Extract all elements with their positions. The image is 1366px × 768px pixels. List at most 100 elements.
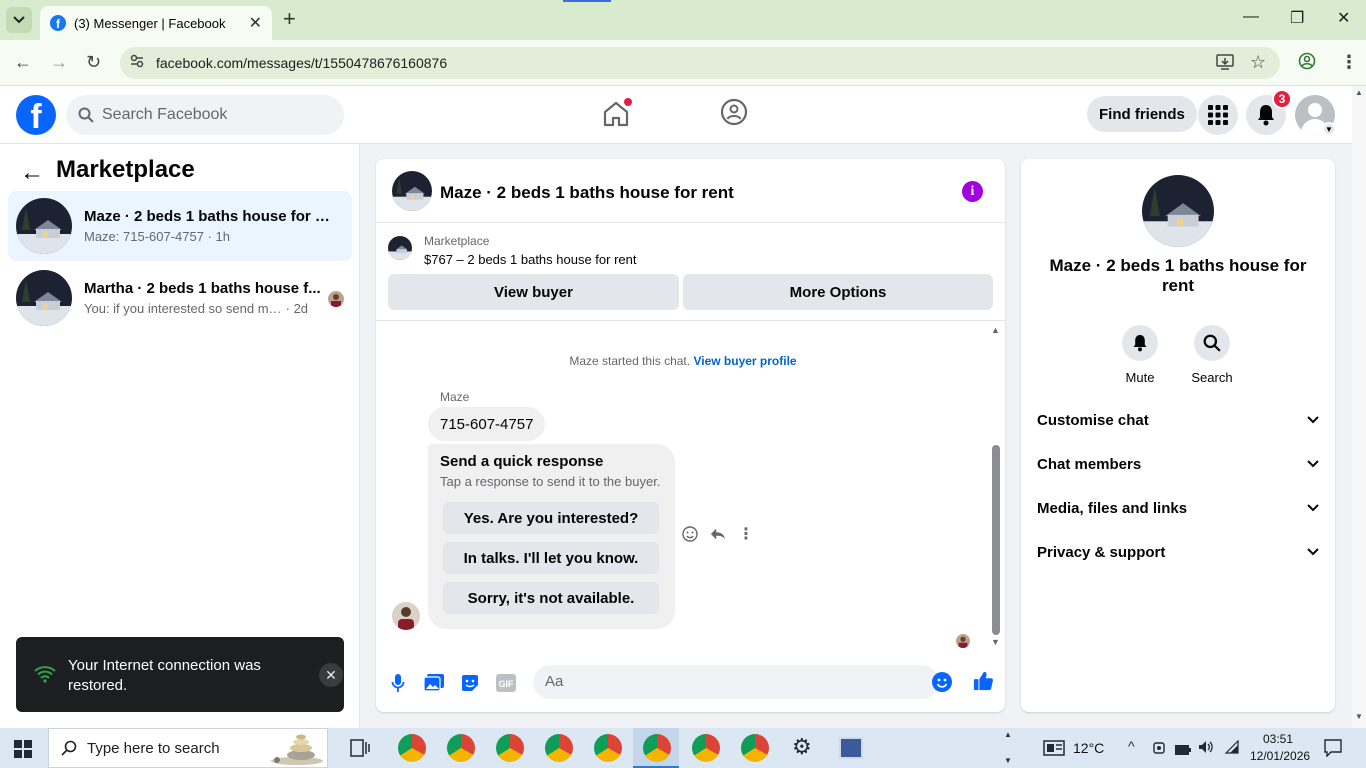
nav-home[interactable] bbox=[600, 98, 632, 130]
chat-avatar[interactable] bbox=[392, 171, 432, 211]
emoji-icon[interactable] bbox=[932, 672, 952, 692]
account-chevron-icon[interactable]: ▼ bbox=[1322, 122, 1336, 136]
chrome-app-icon[interactable] bbox=[398, 734, 426, 762]
chat-info-panel: Maze · 2 beds 1 baths house for rent Mut… bbox=[1021, 159, 1335, 712]
scroll-up-icon[interactable]: ▲ bbox=[991, 325, 1000, 335]
scrollbar-thumb[interactable] bbox=[992, 445, 1000, 635]
started-text: Maze started this chat. bbox=[569, 354, 691, 368]
message-bubble[interactable]: 715-607-4757 bbox=[428, 407, 546, 441]
chrome-app-icon[interactable] bbox=[545, 734, 573, 762]
search-circle bbox=[1194, 325, 1230, 361]
customise-chat-section[interactable]: Customise chat bbox=[1037, 400, 1319, 440]
menu-button[interactable] bbox=[1198, 95, 1238, 135]
clock-time[interactable]: 03:51 bbox=[1263, 732, 1293, 746]
minimize-button[interactable]: — bbox=[1243, 8, 1259, 26]
weather-icon[interactable] bbox=[1043, 740, 1065, 761]
wifi-icon[interactable] bbox=[1224, 739, 1240, 759]
nav-groups[interactable] bbox=[720, 98, 750, 128]
tray-scroll-up-icon[interactable]: ▲ bbox=[1004, 730, 1012, 739]
bookmark-star-icon[interactable]: ☆ bbox=[1250, 52, 1266, 73]
browser-menu-icon[interactable]: ⋮ bbox=[1340, 52, 1358, 73]
listing-title: $767 – 2 beds 1 baths house for rent bbox=[424, 252, 637, 267]
quick-response-button[interactable]: In talks. I'll let you know. bbox=[443, 542, 659, 574]
facebook-logo[interactable]: f bbox=[16, 95, 56, 135]
site-settings-icon[interactable] bbox=[130, 54, 144, 71]
chrome-app-icon[interactable] bbox=[447, 734, 475, 762]
notifications-button[interactable]: 3 bbox=[1246, 89, 1292, 135]
chrome-app-icon[interactable] bbox=[643, 734, 671, 762]
media-files-links-section[interactable]: Media, files and links bbox=[1037, 488, 1319, 528]
windows-start-icon[interactable] bbox=[14, 740, 32, 758]
more-options-button[interactable]: More Options bbox=[683, 274, 993, 310]
volume-icon[interactable] bbox=[1198, 739, 1214, 760]
back-arrow-icon[interactable]: ← bbox=[20, 159, 44, 187]
close-icon[interactable]: ✕ bbox=[319, 663, 343, 687]
forward-arrow-icon[interactable]: → bbox=[50, 52, 68, 73]
scroll-up-icon[interactable]: ▲ bbox=[1355, 88, 1363, 97]
info-icon[interactable]: i bbox=[962, 181, 983, 202]
divider bbox=[376, 320, 1005, 321]
tab-search-button[interactable] bbox=[6, 7, 32, 33]
microphone-icon[interactable] bbox=[388, 673, 408, 693]
browser-tab[interactable]: f (3) Messenger | Facebook ✕ bbox=[40, 6, 272, 40]
chrome-app-icon[interactable] bbox=[594, 734, 622, 762]
browser-tab-strip: f (3) Messenger | Facebook ✕ + — ❐ ✕ bbox=[0, 0, 1366, 40]
more-vertical-icon[interactable]: ⋮ bbox=[738, 526, 754, 543]
network-drive-icon[interactable] bbox=[1152, 740, 1166, 761]
clock-date[interactable]: 12/01/2026 bbox=[1250, 749, 1310, 763]
profile-avatar[interactable] bbox=[1142, 175, 1214, 247]
sender-avatar[interactable] bbox=[392, 602, 420, 630]
tray-scroll-down-icon[interactable]: ▼ bbox=[1004, 756, 1012, 765]
back-arrow-icon[interactable]: ← bbox=[14, 52, 32, 73]
react-emoji-icon[interactable] bbox=[682, 526, 698, 542]
read-receipt-avatar bbox=[956, 634, 970, 648]
settings-gear-icon[interactable]: ⚙ bbox=[792, 736, 812, 758]
scroll-down-icon[interactable]: ▼ bbox=[1355, 712, 1363, 721]
page-scrollbar[interactable]: ▲ ▼ bbox=[1352, 86, 1366, 728]
chrome-app-icon[interactable] bbox=[496, 734, 524, 762]
privacy-support-section[interactable]: Privacy & support bbox=[1037, 532, 1319, 572]
notification-center-icon[interactable] bbox=[1324, 739, 1342, 762]
facebook-search-input[interactable] bbox=[102, 106, 322, 124]
task-view-icon[interactable] bbox=[350, 739, 370, 762]
chat-scrollbar[interactable]: ▲ ▼ bbox=[990, 325, 1002, 649]
chrome-app-icon[interactable] bbox=[692, 734, 720, 762]
taskbar-search[interactable]: Type here to search bbox=[48, 728, 328, 768]
windows-taskbar: Type here to search ⚙ ▲ ▼ 12°C ^ 03:51 1… bbox=[0, 728, 1366, 768]
find-friends-button[interactable]: Find friends bbox=[1087, 96, 1197, 132]
facebook-search[interactable] bbox=[66, 95, 344, 135]
search-label: Search bbox=[1191, 370, 1233, 385]
quick-response-button[interactable]: Yes. Are you interested? bbox=[443, 502, 659, 534]
tray-overflow-icon[interactable]: ^ bbox=[1128, 738, 1135, 754]
thumbs-up-icon[interactable] bbox=[973, 671, 993, 691]
temperature[interactable]: 12°C bbox=[1073, 740, 1104, 756]
battery-icon[interactable] bbox=[1175, 742, 1191, 760]
scroll-down-icon[interactable]: ▼ bbox=[991, 637, 1000, 647]
reply-icon[interactable] bbox=[710, 526, 726, 542]
restore-button[interactable]: ❐ bbox=[1290, 8, 1304, 28]
quick-response-button[interactable]: Sorry, it's not available. bbox=[443, 582, 659, 614]
new-tab-button[interactable]: + bbox=[283, 8, 296, 30]
reload-icon[interactable]: ↻ bbox=[86, 52, 101, 73]
close-window-button[interactable]: ✕ bbox=[1337, 8, 1350, 28]
conversation-item[interactable]: Martha · 2 beds 1 baths house f... You: … bbox=[8, 263, 352, 333]
view-buyer-button[interactable]: View buyer bbox=[388, 274, 679, 310]
chrome-app-icon[interactable] bbox=[741, 734, 769, 762]
address-bar[interactable]: facebook.com/messages/t/1550478676160876 bbox=[120, 47, 1280, 79]
chat-title[interactable]: Maze · 2 beds 1 baths house for rent bbox=[440, 183, 734, 203]
photo-icon[interactable] bbox=[424, 673, 444, 693]
message-input[interactable] bbox=[545, 673, 905, 690]
profile-icon[interactable] bbox=[1298, 52, 1316, 73]
search-in-chat-button[interactable]: Search bbox=[1182, 325, 1242, 385]
view-buyer-profile-link[interactable]: View buyer profile bbox=[693, 354, 796, 368]
quick-response-subtitle: Tap a response to send it to the buyer. bbox=[440, 474, 661, 489]
message-input-box[interactable] bbox=[533, 665, 952, 699]
mute-button[interactable]: Mute bbox=[1110, 325, 1170, 385]
conversation-item[interactable]: Maze · 2 beds 1 baths house for rent Maz… bbox=[8, 191, 352, 261]
close-tab-icon[interactable]: ✕ bbox=[249, 13, 262, 33]
install-app-icon[interactable] bbox=[1216, 54, 1234, 73]
chat-members-section[interactable]: Chat members bbox=[1037, 444, 1319, 484]
sticker-icon[interactable] bbox=[460, 673, 480, 693]
gif-icon[interactable]: GIF bbox=[496, 673, 516, 693]
remote-desktop-icon[interactable] bbox=[839, 737, 863, 759]
